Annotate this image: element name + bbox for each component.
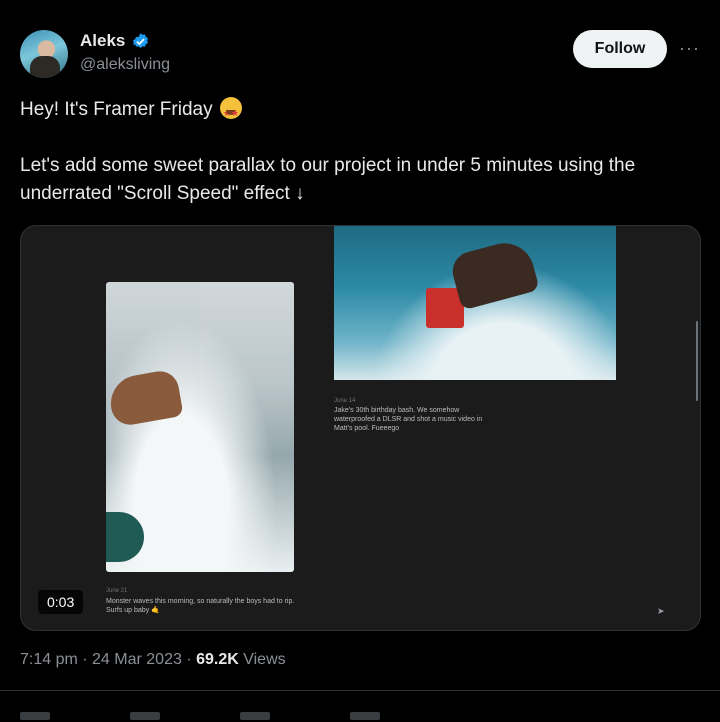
underwater-person (448, 236, 540, 311)
caption-left: June 21 Monster waves this morning, so n… (106, 588, 306, 615)
video-duration-badge: 0:03 (38, 590, 84, 614)
post-meta: 7:14 pm · 24 Mar 2023 · 69.2K Views (20, 651, 286, 669)
post-text: Hey! It's Framer Friday Let's add some s… (20, 96, 710, 208)
post-line-2: Let's add some sweet parallax to our pro… (20, 155, 636, 204)
repost-count-partial[interactable] (130, 712, 160, 720)
views-label: Views (238, 651, 286, 668)
more-options-icon[interactable]: ··· (679, 38, 700, 59)
video-player[interactable]: June 14 Jake's 30th birthday bash. We so… (20, 225, 701, 631)
caption-left-date: June 21 (106, 588, 128, 594)
post-timestamp[interactable]: 7:14 pm · 24 Mar 2023 · (20, 651, 196, 668)
display-name[interactable]: Aleks (80, 31, 125, 51)
pointer-cursor-icon: ➤ (657, 606, 665, 616)
avatar[interactable] (20, 30, 68, 78)
caption-right-text: Jake's 30th birthday bash. We somehow wa… (334, 407, 483, 432)
reply-count-partial[interactable] (20, 712, 50, 720)
divider (0, 690, 720, 691)
author-name-row[interactable]: Aleks (80, 31, 150, 51)
follow-button[interactable]: Follow (573, 30, 667, 68)
underwater-photo (334, 226, 616, 380)
surf-photo (106, 282, 294, 572)
action-bar (20, 712, 520, 722)
surfer (106, 368, 184, 428)
caption-left-text: Monster waves this morning, so naturally… (106, 598, 295, 614)
author-handle[interactable]: @aleksliving (80, 56, 170, 74)
photo-split-overlay (200, 282, 294, 572)
caption-right: June 14 Jake's 30th birthday bash. We so… (334, 398, 494, 433)
star-struck-emoji-icon (219, 97, 242, 127)
caption-right-date: June 14 (334, 398, 356, 404)
like-count-partial[interactable] (240, 712, 270, 720)
views-count[interactable]: 69.2K (196, 651, 239, 668)
scrollbar[interactable] (696, 321, 698, 401)
bookmark-count-partial[interactable] (350, 712, 380, 720)
surfboard (106, 512, 144, 562)
post-line-1-text: Hey! It's Framer Friday (20, 99, 213, 120)
post-line-1: Hey! It's Framer Friday (20, 96, 710, 127)
verified-badge-icon (133, 32, 149, 48)
